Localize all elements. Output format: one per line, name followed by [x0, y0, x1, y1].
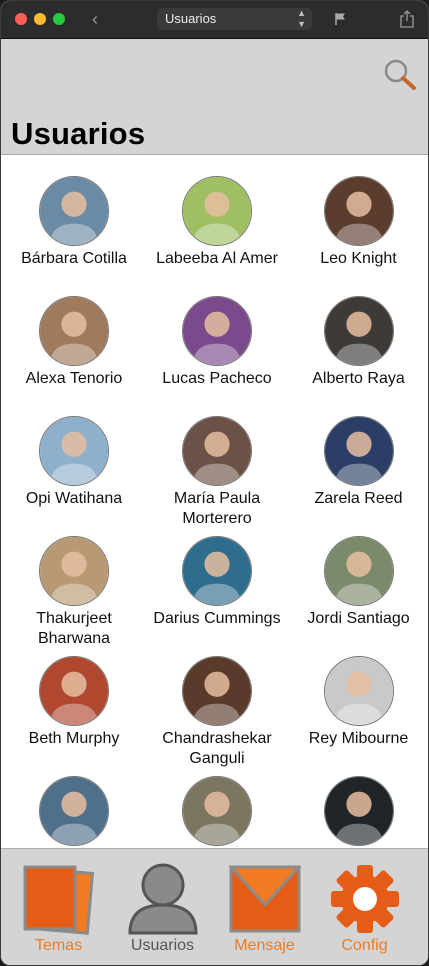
avatar	[182, 296, 252, 366]
user-name: Beth Murphy	[28, 730, 120, 747]
title-bar: ‹ Usuarios ▲ ▼	[1, 1, 428, 39]
avatar	[39, 656, 109, 726]
view-selector-label: Usuarios	[165, 11, 217, 26]
stacked-cards-icon	[23, 865, 94, 935]
user-name: María Paula Morterero	[173, 490, 261, 527]
user-item[interactable]: Darius Cummings	[147, 536, 287, 656]
avatar	[39, 416, 109, 486]
search-icon[interactable]	[382, 57, 418, 93]
user-item[interactable]: Beth Murphy	[1, 656, 147, 776]
app-window: ‹ Usuarios ▲ ▼ Usuarios Bárbara Cotilla La…	[0, 0, 429, 966]
tab-config[interactable]: Config	[311, 849, 418, 965]
page-title: Usuarios	[11, 116, 146, 151]
minimize-window-button[interactable]	[34, 13, 46, 25]
user-item[interactable]: Rey Mibourne	[287, 656, 428, 776]
tab-label: Usuarios	[130, 937, 195, 954]
user-item[interactable]: Zarela Reed	[287, 416, 428, 536]
zoom-window-button[interactable]	[53, 13, 65, 25]
avatar	[182, 176, 252, 246]
user-name: Rey Mibourne	[308, 730, 409, 747]
user-item[interactable]: Chandrashekar Ganguli	[147, 656, 287, 776]
view-selector[interactable]: Usuarios ▲ ▼	[157, 8, 312, 30]
users-grid: Bárbara Cotilla Labeeba Al Amer Leo Knight…	[1, 176, 428, 848]
user-name: Opi Watihana	[25, 490, 123, 507]
user-item[interactable]: Thakurjeet Bharwana	[1, 536, 147, 656]
avatar	[182, 776, 252, 846]
user-item[interactable]: María Paula Morterero	[147, 416, 287, 536]
avatar	[39, 776, 109, 846]
user-name: Darius Cummings	[153, 610, 281, 627]
user-name: Jordi Santiago	[307, 610, 410, 627]
user-item[interactable]: Lucas Pacheco	[147, 296, 287, 416]
users-grid-scroll[interactable]: Bárbara Cotilla Labeeba Al Amer Leo Knight…	[1, 156, 428, 848]
user-name: Bárbara Cotilla	[21, 250, 127, 267]
tab-label: Temas	[34, 937, 83, 954]
tab-usuarios[interactable]: Usuarios	[109, 849, 216, 965]
user-item[interactable]: Labeeba Al Amer	[147, 176, 287, 296]
avatar	[323, 176, 394, 246]
tab-label: Mensaje	[234, 937, 295, 954]
user-name: Chandrashekar Ganguli	[162, 730, 272, 767]
avatar	[39, 176, 109, 246]
tab-label: Config	[341, 937, 388, 954]
avatar	[323, 536, 394, 606]
avatar	[323, 416, 394, 486]
user-name: Thakurjeet Bharwana	[36, 610, 112, 647]
user-name: Lucas Pacheco	[162, 370, 272, 387]
share-icon[interactable]	[399, 9, 415, 29]
user-name: Leo Knight	[320, 250, 397, 267]
avatar	[39, 296, 109, 366]
user-item[interactable]: Leo Knight	[287, 176, 428, 296]
avatar	[323, 656, 394, 726]
close-window-button[interactable]	[15, 13, 27, 25]
up-down-chevron-icon: ▲ ▼	[297, 8, 306, 29]
avatar	[182, 536, 252, 606]
navigation-header: Usuarios	[1, 39, 428, 155]
user-name: Labeeba Al Amer	[156, 250, 278, 267]
user-item[interactable]	[1, 776, 147, 848]
avatar	[182, 416, 252, 486]
user-item[interactable]: Bárbara Cotilla	[1, 176, 147, 296]
avatar	[39, 536, 109, 606]
user-name: Zarela Reed	[314, 490, 403, 507]
tab-mensaje[interactable]: Mensaje	[211, 849, 318, 965]
user-item[interactable]	[147, 776, 287, 848]
back-chevron-icon[interactable]: ‹	[85, 8, 105, 30]
avatar	[323, 776, 394, 846]
tab-temas[interactable]: Temas	[5, 849, 112, 965]
user-name: Alexa Tenorio	[25, 370, 123, 387]
envelope-icon	[228, 865, 301, 933]
user-item[interactable]: Jordi Santiago	[287, 536, 428, 656]
gear-icon	[330, 865, 399, 933]
user-name: Alberto Raya	[312, 370, 405, 387]
person-icon	[127, 863, 198, 935]
user-item[interactable]: Alexa Tenorio	[1, 296, 147, 416]
avatar	[182, 656, 252, 726]
flag-icon[interactable]	[333, 11, 349, 27]
user-item[interactable]: Opi Watihana	[1, 416, 147, 536]
user-item[interactable]	[287, 776, 428, 848]
tab-bar: Temas Usuarios Mensaje Config	[1, 848, 428, 965]
user-item[interactable]: Alberto Raya	[287, 296, 428, 416]
avatar	[323, 296, 394, 366]
